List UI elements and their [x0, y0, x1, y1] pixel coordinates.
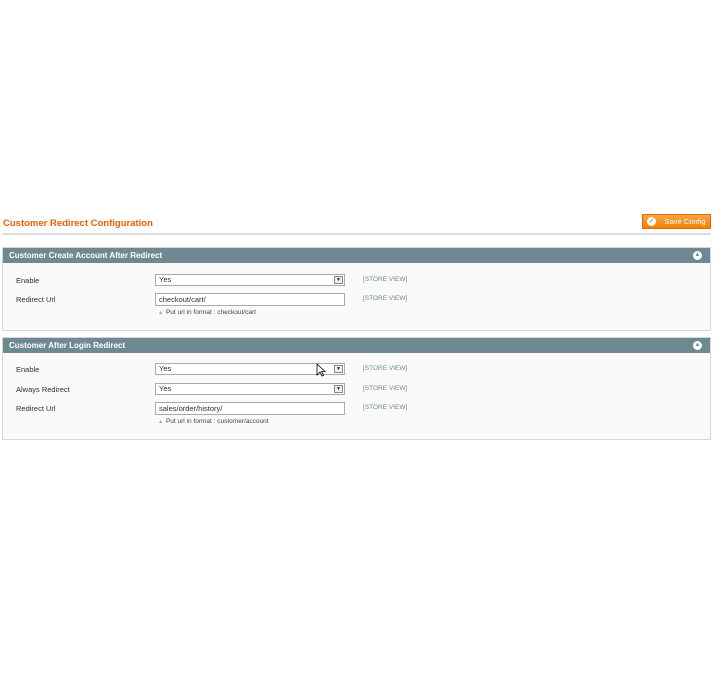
section-after-login-redirect: Customer After Login Redirect ▲ Enable Y…: [2, 337, 711, 440]
note-text: Put url in format : customer/account: [165, 418, 269, 425]
scope-label: [STORE VIEW]: [363, 404, 408, 411]
triangle-down-icon[interactable]: ▼: [334, 385, 343, 393]
triangle-up-icon: ▲: [158, 310, 163, 316]
scope-label: [STORE VIEW]: [363, 365, 408, 372]
field-row-enable: Enable Yes ▼ [STORE VIEW]: [3, 363, 710, 377]
note-text: Put url in format : checkout/cart: [165, 309, 256, 316]
field-row-always-redirect: Always Redirect Yes ▼ [STORE VIEW]: [3, 383, 710, 397]
scope-label: [STORE VIEW]: [363, 295, 408, 302]
section-create-account-redirect: Customer Create Account After Redirect ▲…: [2, 247, 711, 331]
chevron-up-icon[interactable]: ▲: [693, 251, 702, 260]
field-row-redirect-url: Redirect Url checkout/cart/ [STORE VIEW]: [3, 293, 710, 307]
redirect-url-input[interactable]: checkout/cart/: [155, 293, 345, 306]
page-title: Customer Redirect Configuration: [3, 218, 153, 229]
field-label: Redirect Url: [16, 404, 56, 413]
field-label: Enable: [16, 365, 40, 374]
redirect-url-input[interactable]: sales/order/history/: [155, 402, 345, 415]
section-title: Customer Create Account After Redirect: [9, 251, 163, 260]
select-value: Yes: [159, 384, 172, 393]
save-config-button[interactable]: ✓ Save Config: [642, 214, 711, 229]
scope-label: [STORE VIEW]: [363, 276, 408, 283]
field-label: Always Redirect: [16, 385, 70, 394]
check-circle-icon: ✓: [647, 217, 656, 226]
triangle-down-icon[interactable]: ▼: [334, 276, 343, 284]
triangle-down-icon[interactable]: ▼: [334, 365, 343, 373]
field-note: ▲ Put url in format : checkout/cart: [158, 309, 256, 316]
triangle-up-icon: ▲: [158, 419, 163, 425]
always-redirect-select[interactable]: Yes ▼: [155, 383, 345, 395]
enable-select[interactable]: Yes ▼: [155, 274, 345, 286]
mouse-pointer-icon: [316, 363, 326, 377]
chevron-up-icon[interactable]: ▲: [693, 341, 702, 350]
field-note: ▲ Put url in format : customer/account: [158, 418, 269, 425]
field-label: Redirect Url: [16, 295, 56, 304]
title-divider: [2, 233, 711, 235]
section-title: Customer After Login Redirect: [9, 341, 126, 350]
field-label: Enable: [16, 276, 40, 285]
section-header[interactable]: Customer Create Account After Redirect ▲: [3, 248, 710, 263]
section-header[interactable]: Customer After Login Redirect ▲: [3, 338, 710, 353]
field-row-redirect-url: Redirect Url sales/order/history/ [STORE…: [3, 402, 710, 416]
select-value: Yes: [159, 275, 172, 284]
scope-label: [STORE VIEW]: [363, 385, 408, 392]
save-config-label: Save Config: [664, 217, 706, 226]
field-row-enable: Enable Yes ▼ [STORE VIEW]: [3, 274, 710, 288]
select-value: Yes: [159, 364, 172, 373]
